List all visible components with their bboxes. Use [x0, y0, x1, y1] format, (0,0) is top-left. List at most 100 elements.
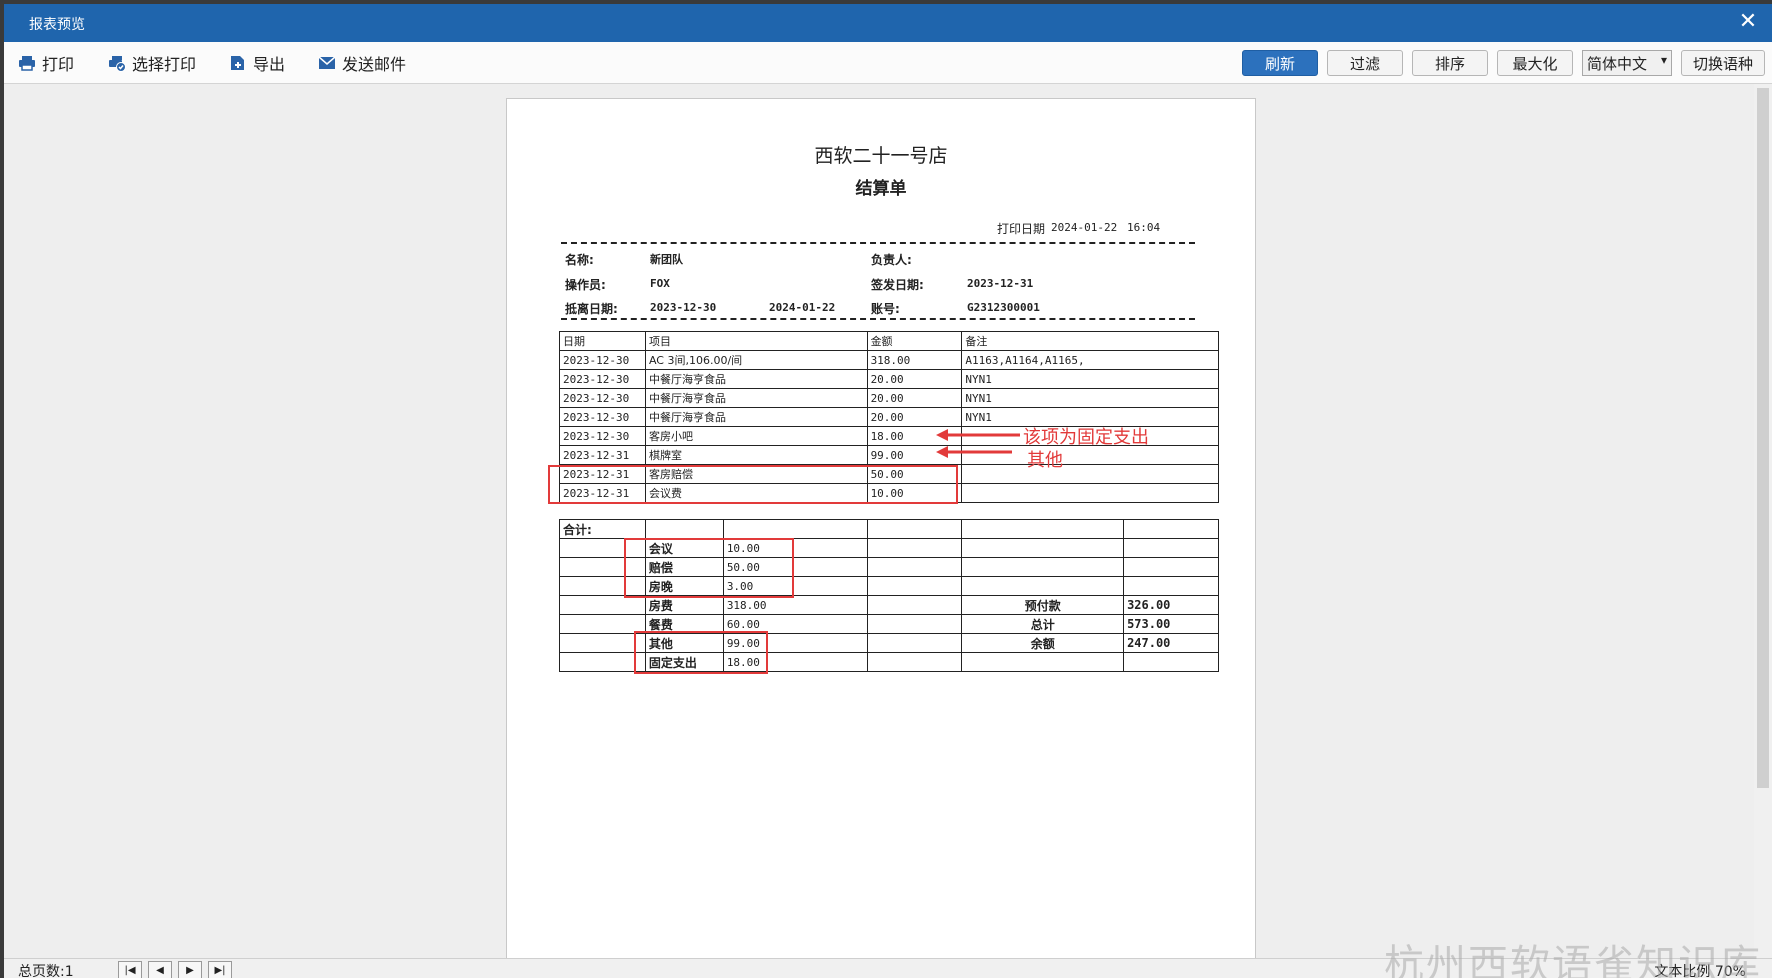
summary-side-value: 247.00 [1123, 633, 1219, 653]
summary-item-amount: 10.00 [722, 538, 868, 558]
prev-page-button[interactable]: ◀ [148, 961, 172, 978]
export-button[interactable]: 导出 [229, 42, 285, 84]
summary-empty-cell [866, 519, 963, 539]
arrow-icon [936, 429, 1020, 458]
detail-header-row: 日期 项目 金额 备注 [559, 331, 1219, 351]
export-label: 导出 [253, 55, 286, 74]
summary-side-value: 326.00 [1123, 595, 1219, 615]
next-page-icon: ▶ [186, 964, 194, 976]
summary-empty-cell [559, 652, 646, 672]
detail-row: 2023-12-31 客房赔偿 50.00 [559, 464, 1219, 484]
export-icon [231, 56, 244, 70]
detail-date: 2023-12-31 [559, 483, 646, 503]
account-label: 账号: [871, 302, 900, 316]
summary-item-amount: 18.00 [722, 652, 868, 672]
summary-empty-cell [559, 595, 646, 615]
last-page-icon: ▶| [214, 964, 226, 976]
summary-item-name: 赔偿 [644, 557, 724, 577]
summary-empty-cell [1123, 576, 1219, 596]
first-page-icon: |◀ [124, 964, 136, 976]
summary-side-value: 573.00 [1123, 614, 1219, 634]
detail-row: 2023-12-31 会议费 10.00 [559, 483, 1219, 503]
window-title: 报表预览 [29, 17, 85, 33]
detail-date: 2023-12-30 [559, 350, 646, 370]
close-icon[interactable]: ✕ [1736, 10, 1760, 34]
summary-row: 其他 99.00 余额 247.00 [559, 633, 1219, 653]
summary-empty-cell [961, 538, 1125, 558]
summary-item-amount: 318.00 [722, 595, 868, 615]
send-mail-button[interactable]: 发送邮件 [318, 42, 406, 84]
language-value: 简体中文 [1587, 54, 1648, 73]
detail-note [961, 464, 1219, 484]
operator-label: 操作员: [565, 278, 606, 292]
detail-date: 2023-12-31 [559, 445, 646, 465]
detail-date: 2023-12-31 [559, 464, 646, 484]
detail-item: 中餐厅海亨食品 [644, 388, 868, 408]
summary-total-label: 合计: [559, 519, 646, 539]
summary-item-amount: 99.00 [722, 633, 868, 653]
hotel-name: 西软二十一号店 [814, 145, 948, 167]
summary-empty-cell [559, 576, 646, 596]
summary-empty-cell [866, 557, 963, 577]
departure-date: 2024-01-22 [769, 301, 836, 314]
summary-side-label: 预付款 [961, 595, 1125, 615]
summary-empty-cell [559, 538, 646, 558]
operator-value: FOX [650, 277, 670, 290]
detail-note: NYN1 [961, 369, 1219, 389]
sort-button[interactable]: 排序 [1412, 50, 1488, 76]
summary-side-label: 总计 [961, 614, 1125, 634]
detail-table: 日期 项目 金额 备注 2023-12-30 AC 3间,106.00/间 318.00 A1… [559, 331, 1219, 503]
report-page: 西软二十一号店 结算单 打印日期 2024-01-22 16:04 名称: 新团… [506, 98, 1256, 978]
summary-empty-cell [559, 614, 646, 634]
summary-table: 合计: 会议 10.00 赔偿 50.00 房晚 3.00 房费 318.00 预付款 326.00… [559, 519, 1219, 672]
summary-empty-cell [1123, 519, 1219, 539]
print-time: 16:04 [1127, 221, 1161, 234]
detail-row: 2023-12-30 AC 3间,106.00/间 318.00 A1163,A116… [559, 350, 1219, 370]
name-label: 名称: [565, 253, 594, 267]
zoom-level: 文本比例 70% [1654, 964, 1746, 978]
summary-item-name: 固定支出 [644, 652, 724, 672]
language-select[interactable]: 简体中文 ▾ [1582, 50, 1672, 76]
summary-side-label: 余额 [961, 633, 1125, 653]
maximize-button[interactable]: 最大化 [1497, 50, 1573, 76]
name-value: 新团队 [650, 253, 683, 266]
summary-empty-cell [961, 576, 1125, 596]
summary-empty-cell [722, 519, 868, 539]
mail-icon [318, 56, 336, 69]
next-page-button[interactable]: ▶ [178, 961, 202, 978]
summary-empty-cell [961, 557, 1125, 577]
select-print-button[interactable]: 选择打印 [108, 42, 196, 84]
select-print-icon [109, 56, 126, 72]
stay-dates-label: 抵离日期: [565, 302, 618, 316]
send-mail-label: 发送邮件 [342, 55, 407, 74]
detail-header-cell: 项目 [644, 331, 868, 351]
print-date-label: 打印日期 [997, 222, 1046, 236]
refresh-button[interactable]: 刷新 [1242, 50, 1318, 76]
summary-empty-cell [866, 576, 963, 596]
detail-note [961, 483, 1219, 503]
summary-empty-cell [866, 652, 963, 672]
print-button[interactable]: 打印 [18, 42, 74, 84]
account-value: G2312300001 [967, 301, 1040, 314]
filter-button[interactable]: 过滤 [1327, 50, 1403, 76]
print-date: 2024-01-22 [1051, 221, 1118, 234]
summary-empty-cell [961, 519, 1125, 539]
detail-header-cell: 金额 [866, 331, 963, 351]
switch-language-button[interactable]: 切换语种 [1681, 50, 1765, 76]
detail-item: 中餐厅海亨食品 [644, 407, 868, 427]
detail-amount: 50.00 [866, 464, 963, 484]
detail-date: 2023-12-30 [559, 388, 646, 408]
detail-item: 棋牌室 [644, 445, 868, 465]
scrollbar-thumb[interactable] [1757, 88, 1769, 788]
detail-item: AC 3间,106.00/间 [644, 350, 868, 370]
annotation-other: 其他 [1027, 450, 1063, 471]
toolbar: 打印 选择打印 导出 发送邮件 刷新 过滤 排序 最大化 简体中文 ▾ 切换语种 [4, 42, 1772, 84]
summary-item-amount: 60.00 [722, 614, 868, 634]
last-page-button[interactable]: ▶| [208, 961, 232, 978]
detail-amount: 318.00 [866, 350, 963, 370]
summary-header-row: 合计: [559, 519, 1219, 539]
vertical-scrollbar[interactable] [1754, 84, 1772, 958]
first-page-button[interactable]: |◀ [118, 961, 142, 978]
detail-item: 中餐厅海亨食品 [644, 369, 868, 389]
summary-item-amount: 50.00 [722, 557, 868, 577]
